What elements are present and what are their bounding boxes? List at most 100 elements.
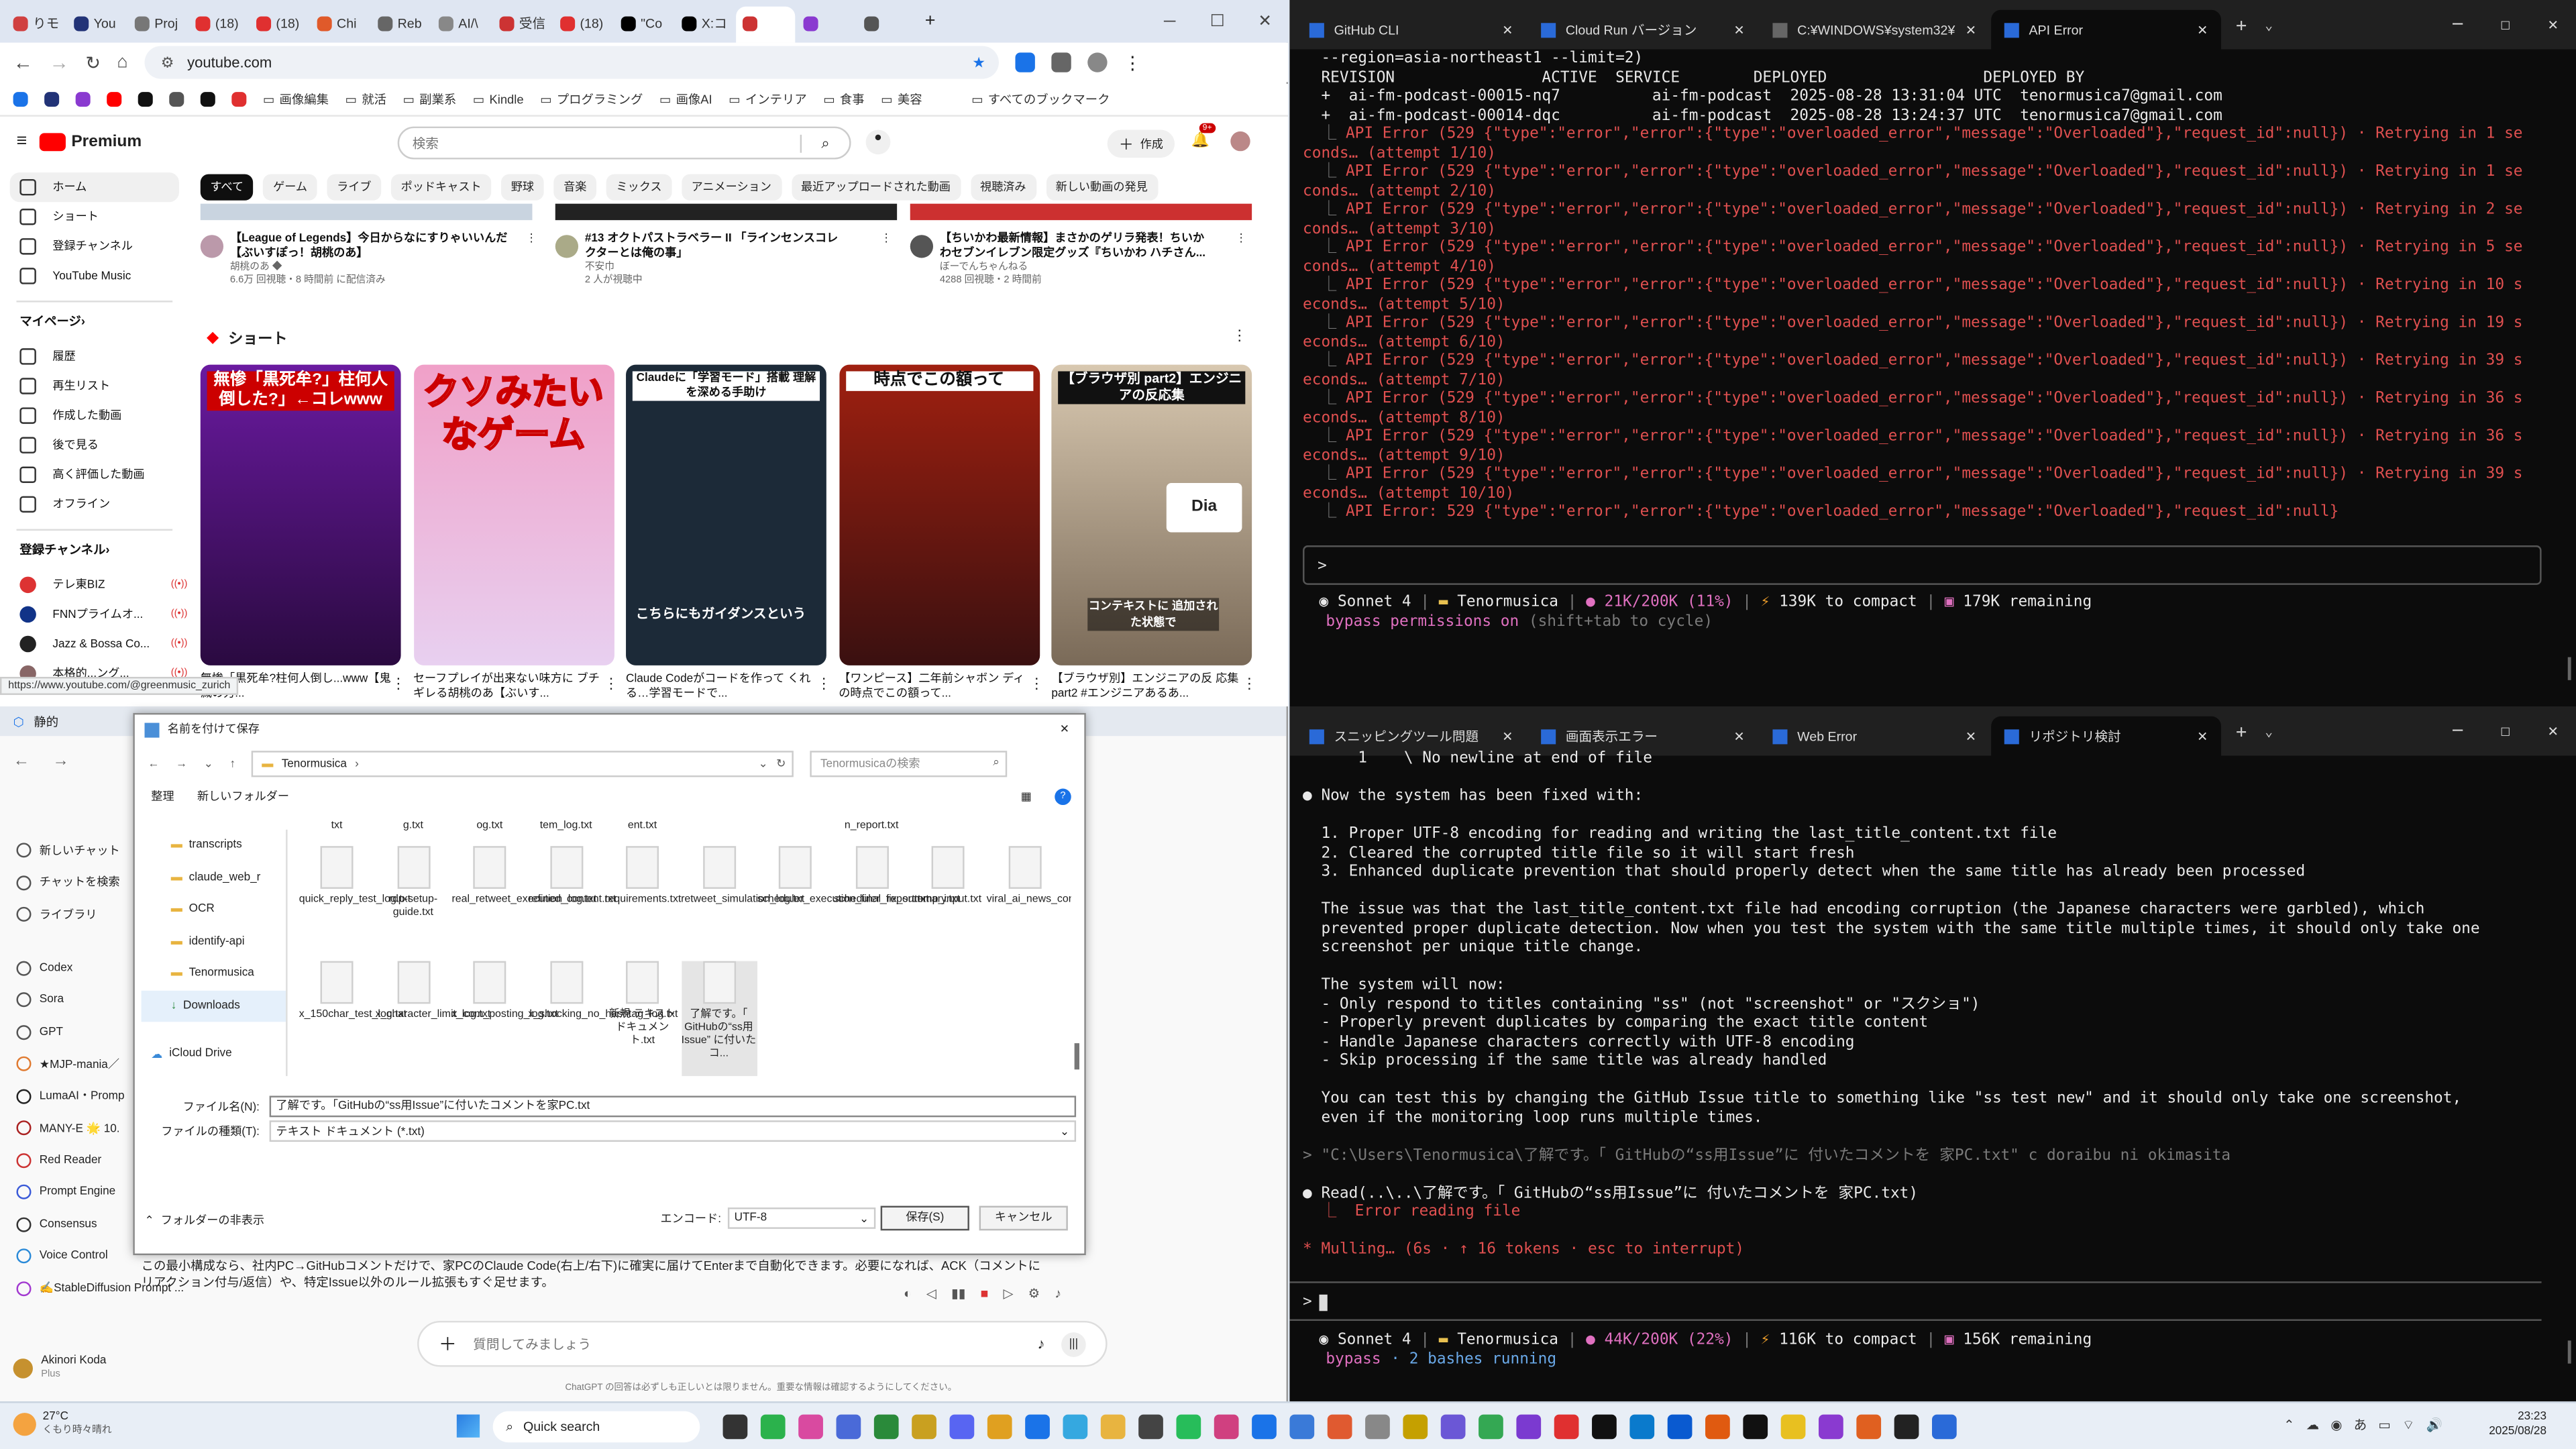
terminal-tab[interactable]: GitHub CLI ✕ (1296, 10, 1526, 50)
file-item[interactable]: tem_log.txt (528, 820, 604, 833)
browser-tab[interactable]: Proj (128, 6, 187, 42)
taskbar-app-icon[interactable] (836, 1414, 861, 1440)
chatgpt-tab-title[interactable]: 静的 (34, 712, 58, 731)
browser-tab[interactable]: 受信 (493, 6, 552, 42)
chrome-tray-icon[interactable]: ◉ (2330, 1417, 2342, 1432)
create-button[interactable]: ＋ 作成 (1107, 129, 1175, 158)
nav-folder[interactable]: ▬ Tenormusica (142, 958, 286, 990)
taskbar-app-icon[interactable] (1100, 1414, 1126, 1440)
forward-icon[interactable]: → (176, 758, 187, 769)
forward-icon[interactable]: → (49, 51, 68, 74)
back-icon[interactable]: ← (148, 758, 159, 769)
filter-chip[interactable]: 視聴済み (970, 174, 1036, 201)
more-icon[interactable]: ⋮ (881, 231, 892, 246)
chatgpt-sidebar-item[interactable]: MANY-E 🌟 10. (0, 1112, 131, 1144)
taskbar-app-icon[interactable] (1025, 1414, 1050, 1440)
file-item[interactable]: scheduler_fix_summary.txt (834, 846, 960, 907)
bookmark-favicon-icon[interactable] (107, 92, 122, 107)
scrollbar[interactable] (1074, 1043, 1079, 1070)
file-item[interactable]: x_150char_test_log.txt (299, 961, 407, 1022)
sidebar-item[interactable]: 作成した動画 (0, 401, 189, 431)
taskbar-app-icon[interactable] (912, 1414, 936, 1440)
chatgpt-sidebar-item[interactable]: ライブラリ (0, 899, 131, 931)
taskbar-app-icon[interactable] (1289, 1414, 1315, 1440)
nav-folder[interactable]: ▬ identify-api (142, 926, 286, 958)
filter-chip[interactable]: 新しい動画の発見 (1045, 174, 1158, 201)
taskbar-app-icon[interactable] (1479, 1414, 1503, 1440)
yt-search-input[interactable] (412, 136, 800, 151)
bookmark-folder[interactable]: ▭ 画像AI (659, 91, 712, 109)
bookmark-folder[interactable]: ▭ 副業系 (402, 91, 456, 109)
cancel-button[interactable]: キャンセル (979, 1205, 1068, 1231)
prev-icon[interactable]: ◁ (926, 1287, 936, 1301)
yt-search-box[interactable]: ⌕ (397, 126, 851, 160)
taskbar-app-icon[interactable] (1063, 1414, 1088, 1440)
nav-folder[interactable]: ▬ OCR (142, 894, 286, 926)
file-item[interactable]: scheduler_execution_final_report.txt (757, 846, 929, 907)
sidebar-item[interactable]: YouTube Music (0, 261, 189, 290)
file-item[interactable]: viral_ai_news_content.txt (987, 846, 1071, 907)
chatgpt-sidebar-item[interactable]: 新しいチャット (0, 835, 131, 867)
cloud-icon[interactable]: ☁ (2306, 1417, 2320, 1432)
mic-icon[interactable]: ♪ (1038, 1336, 1045, 1352)
short-thumbnail[interactable]: Claudeに「学習モード」搭載 理解を深める手助け こちらにもガイダンスという (626, 364, 826, 665)
new-tab-icon[interactable]: + (2236, 14, 2247, 36)
chatgpt-sidebar-item[interactable]: チャットを検索 (0, 867, 131, 899)
prompt-input-box[interactable]: > (1289, 1281, 2542, 1321)
back-icon[interactable]: ← (13, 51, 33, 74)
search-icon[interactable]: ⌕ (800, 133, 849, 152)
more-icon[interactable]: ⋮ (1236, 231, 1247, 246)
clock[interactable]: 23:23 2025/08/28 (2489, 1409, 2546, 1439)
bookmark-favicon-icon[interactable] (169, 92, 184, 107)
profile-avatar-icon[interactable] (1087, 52, 1108, 72)
nav-folder[interactable]: ▬ claude_web_r (142, 861, 286, 894)
video-card[interactable]: 【ちいかわ最新情報】まさかのゲリラ発表！ちいか わセブンイレブン限定グッズ『ちいか… (910, 231, 1247, 287)
browser-tab[interactable] (736, 5, 796, 42)
taskbar-app-icon[interactable] (1365, 1414, 1390, 1440)
taskbar-app-icon[interactable] (1780, 1414, 1806, 1440)
chatgpt-sidebar-item[interactable]: ✍️StableDiffusion Prompt ... (0, 1273, 184, 1305)
short-title[interactable]: 【ワンピース】二年前シャボン ディの時点でこの額って... (839, 672, 1029, 702)
taskbar-app-icon[interactable] (1705, 1414, 1730, 1440)
bookmark-favicon-icon[interactable] (13, 92, 28, 107)
taskbar-app-icon[interactable] (1403, 1414, 1428, 1440)
chatgpt-sidebar-item[interactable]: LumaAI・Promp (0, 1080, 131, 1112)
file-item[interactable]: 了解です。「 GitHubの“ss用Issue” に付いたコ... (681, 961, 757, 1077)
nav-folder[interactable]: ▬ transcripts (142, 830, 286, 862)
browser-tab[interactable]: Reb (371, 6, 430, 42)
sidebar-item[interactable]: 履歴 (0, 341, 189, 371)
taskbar-app-icon[interactable] (873, 1414, 899, 1440)
taskbar-app-icon[interactable] (1856, 1414, 1882, 1440)
short-title[interactable]: Claude Codeがコードを作って くれる…学習モードで... (626, 672, 816, 702)
back-icon[interactable]: ← (13, 753, 30, 771)
bookmark-folder[interactable]: ▭ すべてのブックマーク (971, 91, 1110, 109)
up-icon[interactable]: ↑ (230, 758, 236, 769)
chatgpt-sidebar-item[interactable]: Voice Control (0, 1240, 131, 1273)
file-item[interactable]: refined_content.txt (528, 846, 616, 907)
maximize-icon[interactable]: ☐ (2482, 722, 2528, 740)
filename-input[interactable]: 了解です。「GitHubの“ss用Issue”に付いたコメントを家PC.txt (269, 1095, 1077, 1118)
view-icon[interactable]: ▦ (1021, 790, 1032, 803)
chevron-down-icon[interactable]: ⌄ (204, 757, 213, 770)
speaker-icon[interactable]: ◐ (904, 1287, 912, 1301)
close-icon[interactable]: ✕ (1045, 723, 1085, 736)
taskbar-app-icon[interactable] (1819, 1414, 1843, 1440)
more-icon[interactable]: ⋮ (1242, 676, 1256, 694)
nav-folder[interactable]: ↓ Downloads (141, 989, 286, 1022)
volume-icon[interactable]: 🔊 (2426, 1417, 2443, 1432)
filetype-select[interactable]: テキスト ドキュメント (*.txt) ⌄ (269, 1120, 1077, 1142)
taskbar-app-icon[interactable] (722, 1414, 748, 1440)
close-icon[interactable]: ✕ (1502, 729, 1513, 743)
subscription-item[interactable]: FNNプライムオ... ((•)) (0, 600, 189, 629)
sidebar-item[interactable]: 後で見る (0, 431, 189, 460)
user-profile[interactable]: Akinori Koda Plus (13, 1355, 106, 1381)
taskbar-app-icon[interactable] (1743, 1414, 1768, 1440)
more-icon[interactable]: ⋮ (816, 676, 831, 694)
play-icon[interactable]: ▷ (1003, 1287, 1013, 1301)
taskbar-app-icon[interactable] (1554, 1414, 1579, 1440)
filter-chip[interactable]: ポッドキャスト (390, 174, 492, 201)
file-item[interactable]: quick_reply_test_log.txt (299, 846, 411, 907)
sidebar-item[interactable]: オフライン (0, 490, 189, 519)
sidebar-item[interactable]: 再生リスト (0, 371, 189, 400)
chatgpt-sidebar-item[interactable]: Consensus (0, 1208, 131, 1240)
